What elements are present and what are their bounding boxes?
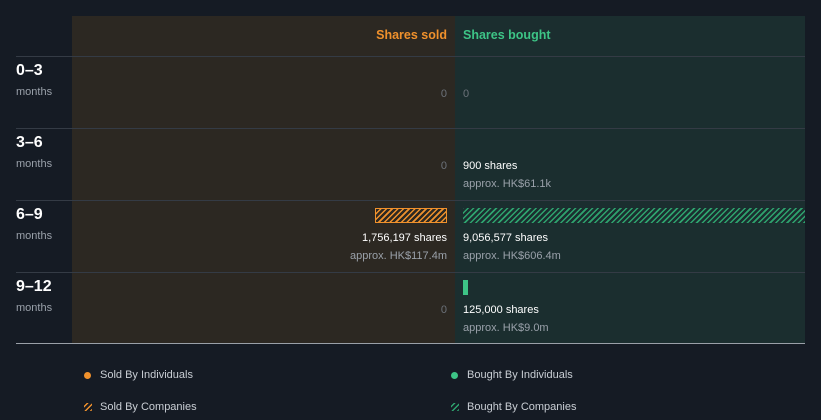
bought-value-label: 125,000 shares [463,304,539,316]
sold-by-companies-swatch [84,403,92,411]
bought-by-companies-bar [463,208,805,223]
sold-by-individuals-swatch [84,372,91,379]
shares-sold-column [72,16,455,343]
sold-value-label: 0 [440,88,447,100]
shares-sold-header: Shares sold [376,28,447,42]
legend-sold-individuals: Sold By Individuals [100,369,193,381]
period-unit: months [16,230,53,242]
period-label: 3–6 [16,134,43,151]
period-unit: months [16,302,53,314]
row-divider [16,200,805,201]
bought-value-label: 900 shares [463,160,518,172]
bought-value-label: 0 [463,88,470,100]
row-divider [16,128,805,129]
row-divider [16,272,805,273]
legend-bought-individuals: Bought By Individuals [467,369,573,381]
period-label: 9–12 [16,278,52,295]
chart-baseline [16,343,805,344]
bought-approx-label: approx. HK$606.4m [463,250,561,262]
period-label: 6–9 [16,206,43,223]
bought-approx-label: approx. HK$9.0m [463,322,549,334]
sold-value-label: 1,756,197 shares [361,232,447,244]
shares-bought-header: Shares bought [463,28,551,42]
legend-sold-companies: Sold By Companies [100,401,197,413]
period-unit: months [16,158,53,170]
bought-value-label: 9,056,577 shares [463,232,549,244]
legend-bought-companies: Bought By Companies [467,401,577,413]
period-label: 0–3 [16,62,43,79]
bought-by-individuals-bar [463,280,468,295]
period-unit: months [16,86,53,98]
sold-value-label: 0 [440,160,447,172]
sold-value-label: 0 [440,304,447,316]
sold-approx-label: approx. HK$117.4m [349,250,447,262]
bought-approx-label: approx. HK$61.1k [463,178,552,190]
bought-by-individuals-swatch [451,372,458,379]
row-divider [16,56,805,57]
bought-by-companies-swatch [451,403,459,411]
sold-by-companies-bar [375,208,447,223]
